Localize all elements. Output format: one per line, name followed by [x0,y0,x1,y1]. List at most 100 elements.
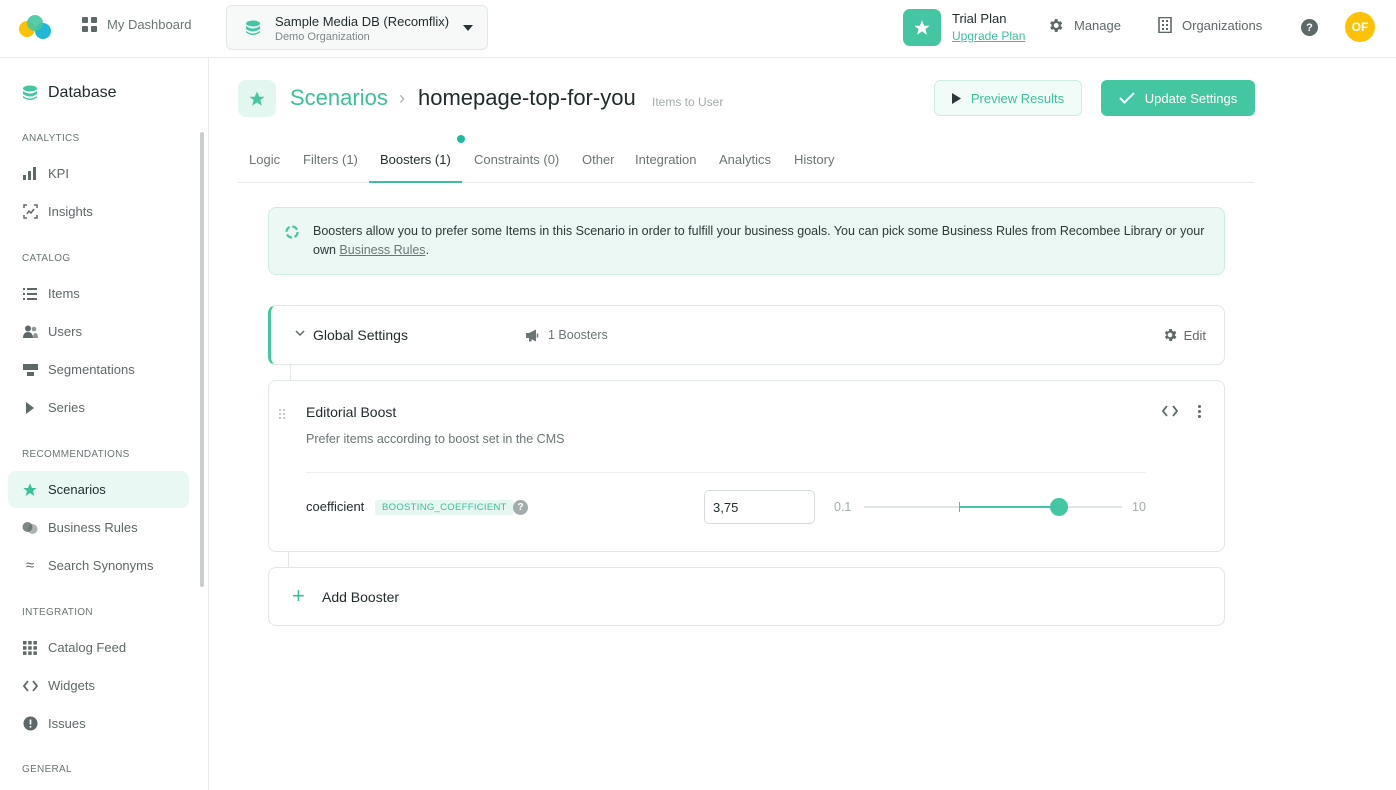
chevron-down-icon[interactable] [295,330,305,337]
add-booster-button[interactable]: + Add Booster [268,567,1225,626]
check-icon [1119,92,1135,104]
booster-description: Prefer items according to boost set in t… [306,432,565,446]
sidebar-item-label: Items [48,286,80,301]
star-icon [22,482,38,498]
tab-other[interactable]: Other [582,152,615,167]
section-catalog: CATALOG [22,253,71,264]
organizations-label: Organizations [1182,17,1263,33]
business-rules-icon [22,520,38,536]
slider-thumb[interactable] [1050,498,1069,516]
sidebar-scrollbar[interactable] [200,132,204,587]
sidebar-item-label: Series [48,400,85,415]
booster-spinner-icon [285,225,299,239]
megaphone-icon [526,329,539,341]
sidebar-item-widgets[interactable]: Widgets [8,667,189,704]
booster-card: Editorial Boost Prefer items according t… [268,380,1225,552]
sidebar-item-users[interactable]: Users [8,313,189,350]
sidebar-item-items[interactable]: Items [8,275,189,312]
tab-analytics[interactable]: Analytics [719,152,771,167]
business-rules-link[interactable]: Business Rules [339,243,425,257]
global-settings-title: Global Settings [313,327,408,343]
divider [306,472,1146,473]
scenario-tabs: Logic Filters (1) Boosters (1) Constrain… [238,135,1254,183]
trial-plan-badge [903,9,941,46]
boosters-count-label: 1 Boosters [548,328,608,342]
slider-max-label: 10 [1132,500,1146,514]
tab-filters[interactable]: Filters (1) [303,152,358,167]
coefficient-input[interactable] [704,490,815,524]
coefficient-slider[interactable] [864,497,1122,517]
upgrade-plan-link[interactable]: Upgrade Plan [952,29,1025,43]
dashboard-grid-icon [82,17,97,32]
caret-down-icon [463,25,473,31]
gear-icon [1050,19,1063,32]
section-recommendations: RECOMMENDATIONS [22,449,130,460]
parameter-tag: BOOSTING_COEFFICIENT [375,500,514,515]
recombee-logo-icon[interactable] [18,14,52,40]
top-bar: My Dashboard Sample Media DB (Recomflix)… [0,0,1396,58]
help-icon[interactable]: ? [1301,19,1318,36]
tab-logic[interactable]: Logic [249,152,280,167]
boosters-info-text: Boosters allow you to prefer some Items … [313,222,1213,260]
database-name: Sample Media DB (Recomflix) [275,14,450,29]
sidebar-title: Database [22,84,117,102]
sidebar-item-issues[interactable]: Issues [8,705,189,742]
play-icon [22,400,38,416]
tab-boosters[interactable]: Boosters (1) [380,152,451,167]
drag-handle-icon[interactable] [279,409,285,419]
database-icon [246,20,260,35]
info-end: . [425,243,430,257]
boosters-count: 1 Boosters [525,328,608,342]
bar-chart-icon [22,166,38,182]
sidebar-item-label: KPI [48,166,69,181]
section-general: GENERAL [22,764,72,775]
tab-constraints[interactable]: Constraints (0) [474,152,559,167]
star-icon [249,91,265,106]
sidebar-item-label: Catalog Feed [48,640,127,655]
code-icon[interactable] [1162,405,1178,417]
grid-dots-icon [22,640,38,656]
section-analytics: ANALYTICS [22,133,80,144]
breadcrumb-separator: › [399,88,405,108]
database-selector[interactable]: Sample Media DB (Recomflix) Demo Organiz… [226,5,488,50]
gear-icon [1164,329,1176,341]
sidebar-item-insights[interactable]: Insights [8,193,189,230]
booster-title: Editorial Boost [306,404,397,420]
sidebar-item-search-synonyms[interactable]: ≈ Search Synonyms [8,547,189,584]
sidebar-item-label: Insights [48,204,93,219]
database-icon [23,85,37,100]
info-body: Boosters allow you to prefer some Items … [313,224,1205,257]
users-icon [22,324,38,340]
more-vertical-icon[interactable] [1198,405,1201,418]
sidebar-item-kpi[interactable]: KPI [8,155,189,192]
parameter-help-icon[interactable]: ? [513,500,528,515]
tab-integration[interactable]: Integration [635,152,696,167]
breadcrumb-scenarios[interactable]: Scenarios [290,85,388,111]
connector-line [288,552,289,567]
my-dashboard-link[interactable]: My Dashboard [82,17,192,32]
global-settings-panel[interactable]: Global Settings 1 Boosters Edit [268,305,1225,365]
manage-link[interactable]: Manage [1047,17,1121,34]
code-icon [22,678,38,694]
trial-plan-title: Trial Plan [952,11,1007,26]
sidebar-item-label: Widgets [48,678,95,693]
sidebar-item-business-rules[interactable]: Business Rules [8,509,189,546]
edit-global-settings-button[interactable]: Edit [1162,327,1206,343]
sidebar-item-label: Scenarios [48,482,106,497]
preview-results-button[interactable]: Preview Results [934,80,1082,116]
alert-icon [22,716,38,732]
sidebar-item-label: Segmentations [48,362,135,377]
plus-icon: + [292,583,305,608]
organizations-link[interactable]: Organizations [1158,17,1262,33]
sidebar-item-catalog-feed[interactable]: Catalog Feed [8,629,189,666]
update-settings-button[interactable]: Update Settings [1101,80,1255,116]
add-booster-label: Add Booster [322,589,400,605]
tab-history[interactable]: History [794,152,834,167]
user-avatar[interactable]: OF [1345,12,1375,42]
building-icon [1158,17,1172,33]
sidebar-item-series[interactable]: Series [8,389,189,426]
scenario-badge [238,80,276,117]
sidebar-item-segmentations[interactable]: Segmentations [8,351,189,388]
sidebar-item-scenarios[interactable]: Scenarios [8,471,189,508]
unsaved-changes-dot [457,135,465,143]
